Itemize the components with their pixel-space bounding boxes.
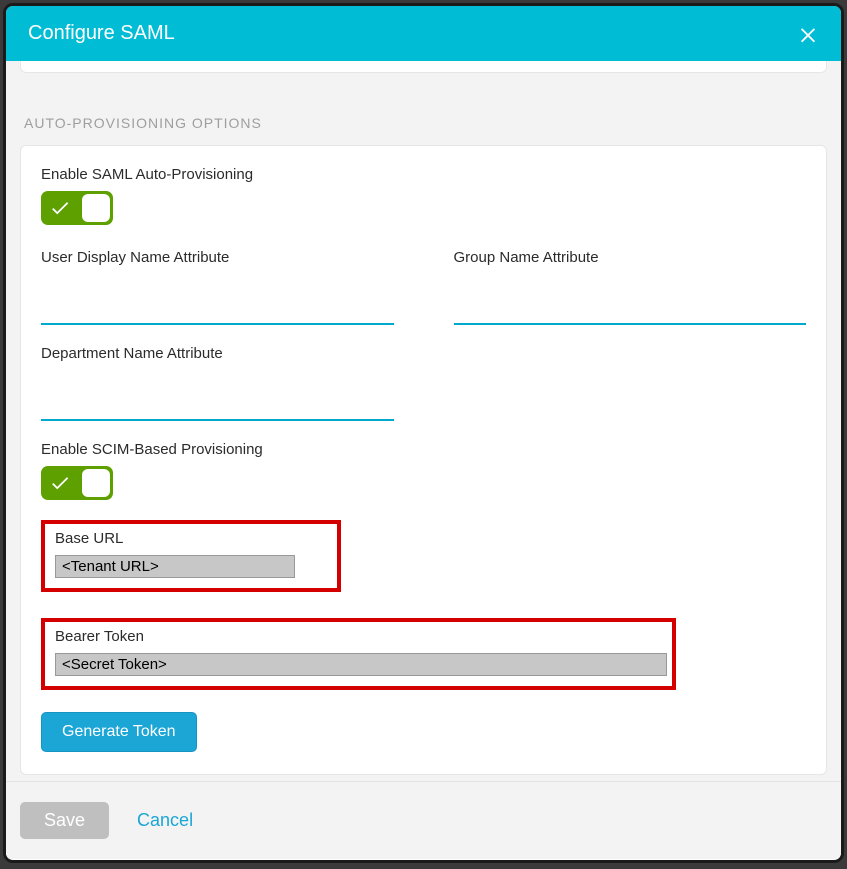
enable-saml-label: Enable SAML Auto-Provisioning — [41, 166, 806, 183]
toggle-knob — [82, 469, 110, 497]
bearer-token-highlight: Bearer Token — [41, 618, 676, 690]
modal-title: Configure SAML — [28, 22, 175, 45]
user-display-name-field: User Display Name Attribute — [41, 249, 394, 325]
department-label: Department Name Attribute — [41, 345, 394, 362]
auto-provisioning-card: Enable SAML Auto-Provisioning User Displ… — [20, 145, 827, 775]
modal-dialog: Configure SAML AUTO-PROVISIONING OPTIONS… — [3, 3, 844, 863]
previous-card-edge — [20, 61, 827, 73]
enable-saml-field: Enable SAML Auto-Provisioning — [41, 166, 806, 225]
close-icon[interactable] — [797, 23, 819, 45]
user-display-name-label: User Display Name Attribute — [41, 249, 394, 266]
enable-saml-toggle[interactable] — [41, 191, 113, 225]
base-url-label: Base URL — [55, 530, 327, 547]
save-button[interactable]: Save — [20, 802, 109, 839]
group-name-field: Group Name Attribute — [454, 249, 807, 325]
modal-footer: Save Cancel — [6, 781, 841, 859]
check-icon — [49, 197, 71, 219]
user-display-name-input[interactable] — [41, 292, 394, 325]
department-field: Department Name Attribute — [41, 345, 394, 421]
cancel-button[interactable]: Cancel — [137, 810, 193, 831]
group-name-input[interactable] — [454, 292, 807, 325]
modal-header: Configure SAML — [6, 6, 841, 61]
enable-scim-toggle[interactable] — [41, 466, 113, 500]
section-title-auto-provisioning: AUTO-PROVISIONING OPTIONS — [20, 73, 827, 145]
department-input[interactable] — [41, 388, 394, 421]
modal-body[interactable]: AUTO-PROVISIONING OPTIONS Enable SAML Au… — [6, 61, 841, 781]
generate-token-button[interactable]: Generate Token — [41, 712, 197, 752]
check-icon — [49, 472, 71, 494]
bearer-token-label: Bearer Token — [55, 628, 662, 645]
enable-scim-field: Enable SCIM-Based Provisioning — [41, 441, 806, 500]
group-name-label: Group Name Attribute — [454, 249, 807, 266]
toggle-knob — [82, 194, 110, 222]
base-url-value[interactable] — [55, 555, 295, 578]
enable-scim-label: Enable SCIM-Based Provisioning — [41, 441, 806, 458]
base-url-highlight: Base URL — [41, 520, 341, 592]
bearer-token-value[interactable] — [55, 653, 667, 676]
